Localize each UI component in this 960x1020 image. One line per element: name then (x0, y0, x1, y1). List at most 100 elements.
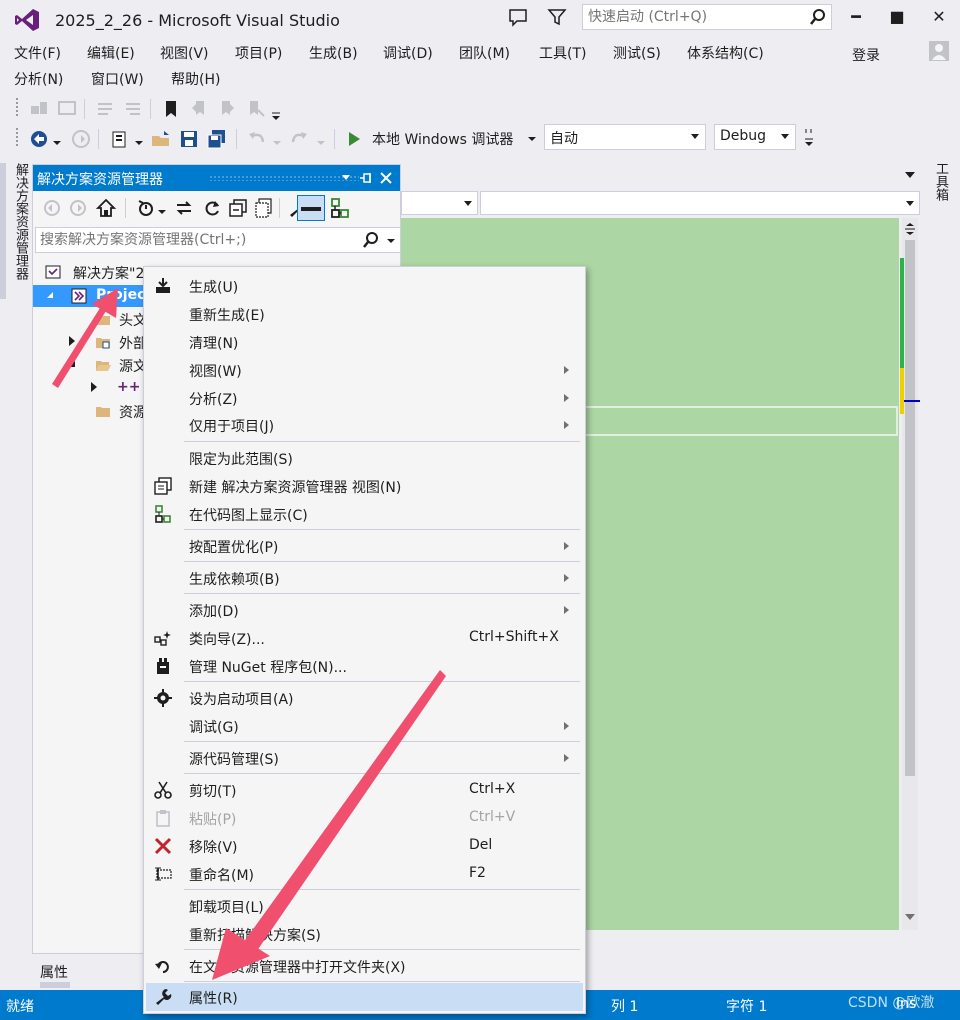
solution-configuration-combo[interactable]: Debug (714, 124, 796, 150)
menu-item-clean[interactable]: 清理(N) (146, 328, 583, 356)
show-all-files-icon[interactable] (253, 197, 275, 219)
chevron-down-icon[interactable] (157, 201, 167, 223)
menu-item-rescan-solution[interactable]: 重新扫描解决方案(S) (146, 920, 583, 948)
scrollbar-thumb[interactable] (905, 240, 915, 776)
menu-team[interactable]: 团队(M) (459, 43, 510, 63)
editor-vertical-scrollbar[interactable] (902, 218, 918, 930)
properties-tab[interactable]: 属性 (40, 962, 68, 982)
sync-icon[interactable] (173, 197, 195, 219)
menu-item-open-in-file-explorer[interactable]: 在文件资源管理器中打开文件夹(X) (146, 952, 583, 980)
sign-in-link[interactable]: 登录 (852, 45, 880, 65)
menu-item-build-dependencies[interactable]: 生成依赖项(B) (146, 564, 583, 592)
solution-platform-combo[interactable]: 自动 (544, 124, 706, 150)
class-view-icon[interactable] (329, 197, 351, 219)
menu-edit[interactable]: 编辑(E) (87, 43, 135, 63)
next-bookmark-icon[interactable] (216, 98, 238, 120)
menu-item-debug[interactable]: 调试(G) (146, 712, 583, 740)
chevron-down-icon[interactable] (691, 134, 699, 139)
chevron-down-icon[interactable] (781, 134, 789, 139)
editor-tab-dropdown-icon[interactable] (905, 172, 915, 178)
chevron-down-icon[interactable] (316, 132, 326, 154)
solution-explorer-header[interactable]: 解决方案资源管理器 (33, 165, 400, 191)
minimize-button[interactable]: ━ (842, 5, 870, 29)
toolbar-overflow-icon[interactable] (803, 126, 815, 150)
open-file-icon[interactable] (150, 128, 172, 150)
menu-view[interactable]: 视图(V) (160, 43, 209, 63)
expander-expanded-icon[interactable] (69, 361, 75, 367)
save-all-icon[interactable] (206, 128, 228, 150)
menu-item-set-as-startup[interactable]: 设为启动项目(A) (146, 684, 583, 712)
home-icon[interactable] (95, 197, 117, 219)
toolbar-grip[interactable] (16, 98, 18, 118)
solution-explorer-search-input[interactable] (36, 228, 356, 252)
toolbar-grip[interactable] (16, 128, 18, 148)
user-avatar-icon[interactable] (928, 40, 950, 62)
menu-analyze[interactable]: 分析(N) (14, 69, 63, 89)
menu-file[interactable]: 文件(F) (14, 43, 61, 63)
menu-item-show-on-code-map[interactable]: 在代码图上显示(C) (146, 500, 583, 528)
chevron-down-icon[interactable] (464, 201, 472, 206)
chevron-down-icon[interactable] (527, 134, 537, 144)
format-icon[interactable] (56, 98, 78, 120)
navigate-back-icon[interactable] (28, 128, 50, 150)
menu-item-manage-nuget[interactable]: 管理 NuGet 程序包(N)... (146, 652, 583, 680)
local-debugger-button[interactable]: 本地 Windows 调试器 (372, 129, 513, 149)
align-icon[interactable] (28, 98, 50, 120)
menu-tools[interactable]: 工具(T) (539, 43, 586, 63)
solution-explorer-search-box[interactable] (35, 227, 401, 253)
quick-launch-input[interactable] (583, 5, 803, 29)
menu-item-source-control[interactable]: 源代码管理(S) (146, 744, 583, 772)
menu-item-rebuild[interactable]: 重新生成(E) (146, 300, 583, 328)
comment-icon[interactable] (94, 98, 116, 120)
menu-item-cut[interactable]: 剪切(T) Ctrl+X (146, 776, 583, 804)
navigation-project-combo[interactable] (401, 191, 478, 215)
maximize-button[interactable]: ■ (883, 5, 911, 29)
menu-item-class-wizard[interactable]: 类向导(Z)... Ctrl+Shift+X (146, 624, 583, 652)
redo-icon[interactable] (288, 128, 310, 150)
previous-bookmark-icon[interactable] (188, 98, 210, 120)
close-button[interactable]: ✕ (925, 5, 953, 29)
undo-icon[interactable] (246, 128, 268, 150)
new-project-icon[interactable] (108, 128, 130, 150)
menu-item-new-explorer-view[interactable]: 新建 解决方案资源管理器 视图(N) (146, 472, 583, 500)
expander-collapsed-icon[interactable] (91, 382, 97, 392)
chevron-down-icon[interactable] (272, 132, 282, 154)
chevron-down-icon[interactable] (386, 237, 396, 245)
close-icon[interactable] (379, 171, 393, 185)
chevron-down-icon[interactable] (52, 132, 62, 154)
preview-selected-items-toggle[interactable] (297, 195, 325, 221)
auto-hide-pin-icon[interactable] (359, 171, 373, 185)
bookmark-icon[interactable] (160, 98, 182, 120)
clear-bookmarks-icon[interactable] (244, 98, 266, 120)
menu-item-add[interactable]: 添加(D) (146, 596, 583, 624)
chevron-down-icon[interactable] (906, 201, 914, 206)
navigate-forward-icon[interactable] (70, 128, 92, 150)
expander-expanded-icon[interactable] (47, 292, 53, 298)
uncomment-icon[interactable] (122, 98, 144, 120)
scroll-down-icon[interactable] (905, 912, 915, 922)
right-tab-toolbox[interactable]: 工具箱 (930, 162, 950, 222)
split-editor-icon[interactable] (905, 222, 915, 236)
menu-build[interactable]: 生成(B) (309, 43, 358, 63)
menu-item-project-only[interactable]: 仅用于项目(J) (146, 411, 583, 439)
menu-item-unload-project[interactable]: 卸载项目(L) (146, 892, 583, 920)
menu-item-view[interactable]: 视图(W) (146, 356, 583, 384)
refresh-icon[interactable] (201, 197, 223, 219)
menu-item-remove[interactable]: 移除(V) Del (146, 832, 583, 860)
pending-changes-filter-icon[interactable] (135, 197, 157, 219)
save-icon[interactable] (178, 128, 200, 150)
window-position-icon[interactable] (339, 173, 353, 183)
search-icon[interactable] (362, 231, 380, 249)
menu-window[interactable]: 窗口(W) (91, 69, 144, 89)
menu-item-build[interactable]: 生成(U) (146, 272, 583, 300)
search-icon[interactable] (809, 8, 827, 26)
start-debugging-play-icon[interactable] (344, 128, 364, 150)
filter-notifications-icon[interactable] (546, 6, 568, 28)
expander-collapsed-icon[interactable] (69, 336, 75, 346)
menu-help[interactable]: 帮助(H) (171, 69, 220, 89)
toolbar-overflow-icon[interactable] (270, 102, 282, 124)
menu-item-scope-to-this[interactable]: 限定为此范围(S) (146, 444, 583, 472)
menu-item-properties[interactable]: 属性(R) (146, 983, 583, 1011)
collapse-all-icon[interactable] (227, 197, 249, 219)
navigation-member-combo[interactable] (480, 191, 920, 215)
